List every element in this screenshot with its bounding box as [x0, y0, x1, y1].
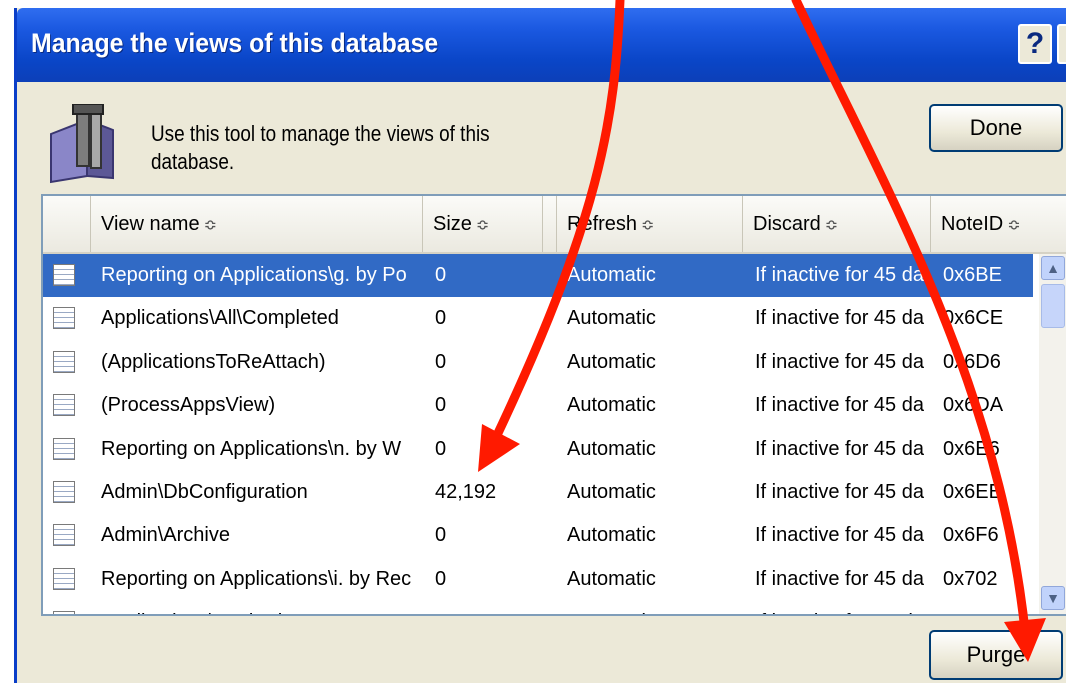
size-cell: 0	[435, 524, 447, 547]
vertical-scrollbar[interactable]: ▲ ▼	[1039, 254, 1066, 614]
table-row[interactable]: Reporting on Applications\g. by Po 0 Autom…	[43, 254, 1033, 298]
sort-icon: ≎	[824, 217, 839, 234]
window-title: Manage the views of this database	[31, 28, 439, 58]
refresh-cell: Automatic	[567, 307, 656, 330]
refresh-cell: Automatic	[567, 480, 656, 503]
view-name-cell: Admin\DbConfiguration	[101, 480, 308, 503]
table-row[interactable]: (ProcessAppsView) 0 Automatic If inactive f…	[43, 384, 1033, 427]
table-row[interactable]: Applications\All\Completed 0 Automatic If i…	[43, 297, 1033, 340]
noteid-cell: 0x6CE	[943, 307, 1004, 330]
refresh-cell: Automatic	[567, 601, 727, 614]
size-cell: 0	[435, 437, 447, 460]
size-cell: 0	[435, 264, 447, 286]
noteid-cell: 0x70A	[943, 601, 1033, 614]
sort-icon: ≎	[203, 217, 217, 234]
view-icon	[53, 480, 75, 503]
discard-cell: If inactive for 45 da	[755, 480, 924, 503]
table-row[interactable]: (ApplicationsToReAttach) 0 Automatic If ina…	[43, 341, 1033, 384]
noteid-cell: 0x6EE	[943, 480, 1002, 503]
size-cell: 0	[435, 394, 447, 417]
noteid-cell: 0x6DA	[943, 394, 1004, 417]
discard-cell: If inactive for 45 da	[755, 394, 924, 417]
discard-cell: If inactive for 45 da	[755, 307, 924, 330]
view-icon	[53, 567, 75, 590]
scroll-down-icon[interactable]: ▼	[1041, 586, 1065, 610]
view-name-cell: Applications\Expired	[101, 601, 433, 614]
discard-cell: If inactive for 45 da	[755, 524, 924, 547]
table-row[interactable]: Admin\DbConfiguration 42,192 Automatic If i…	[43, 471, 1033, 514]
table-row[interactable]: Reporting on Applications\i. by Rec 0 Auto…	[43, 558, 1033, 601]
view-name-cell: Applications\All\Completed	[101, 307, 339, 330]
view-icon	[53, 611, 75, 614]
view-icon	[53, 437, 75, 460]
refresh-cell: Automatic	[567, 437, 656, 460]
scroll-thumb[interactable]	[1041, 284, 1065, 328]
size-cell: 0	[435, 567, 447, 590]
close-button-partial[interactable]	[1057, 24, 1066, 64]
sort-icon: ≎	[1007, 217, 1021, 234]
discard-cell: If inactive for 45 da	[755, 264, 924, 286]
view-name-cell: Reporting on Applications\n. by W	[101, 437, 402, 460]
size-cell: 0	[435, 601, 555, 614]
size-cell: 0	[435, 307, 447, 330]
refresh-cell: Automatic	[567, 264, 656, 286]
view-icon	[53, 307, 75, 330]
icon-column-header[interactable]	[43, 196, 91, 252]
description-text: Use this tool to manage the views of thi…	[151, 121, 490, 174]
table-row[interactable]: Applications\Expired0 Automatic If inactiv…	[43, 601, 1033, 614]
noteid-cell: 0x6E6	[943, 437, 1000, 460]
sort-icon: ≎	[641, 217, 655, 234]
view-icon	[53, 394, 75, 417]
table-row[interactable]: Reporting on Applications\n. by W 0 Automa…	[43, 428, 1033, 471]
title-bar[interactable]: Manage the views of this database ?	[17, 8, 1066, 82]
column-header-view-name[interactable]: View name ≎	[91, 196, 423, 252]
view-name-cell: Admin\Archive	[101, 524, 230, 547]
refresh-cell: Automatic	[567, 394, 656, 417]
column-headers: View name ≎ Size ≎ Refresh ≎ Discard ≎ NoteI…	[43, 196, 1066, 254]
column-header-spacer	[543, 196, 557, 252]
size-cell: 42,192	[435, 480, 497, 503]
view-icon	[53, 264, 75, 286]
discard-cell: If inactive for 45 da	[755, 601, 943, 614]
table-row[interactable]: Admin\Archive 0 Automatic If inactive for 4…	[43, 514, 1033, 557]
discard-cell: If inactive for 45 da	[755, 350, 924, 373]
view-name-cell: (ProcessAppsView)	[101, 394, 276, 417]
noteid-cell: 0x6D6	[943, 350, 1001, 373]
view-name-cell: Reporting on Applications\i. by Rec	[101, 567, 412, 590]
manage-views-dialog: Manage the views of this database ? Use …	[14, 8, 1066, 683]
noteid-cell: 0x6BE	[943, 264, 1002, 286]
rows-container: Reporting on Applications\g. by Po 0 Autom…	[43, 254, 1033, 614]
scroll-up-icon[interactable]: ▲	[1041, 256, 1065, 280]
database-tool-icon	[50, 104, 114, 184]
column-header-size[interactable]: Size ≎	[423, 196, 543, 252]
column-header-discard[interactable]: Discard ≎	[743, 196, 931, 252]
view-icon	[53, 350, 75, 373]
size-cell: 0	[435, 350, 447, 373]
view-icon	[53, 524, 75, 547]
view-name-cell: Reporting on Applications\g. by Po	[101, 264, 407, 286]
discard-cell: If inactive for 45 da	[755, 437, 924, 460]
views-list[interactable]: View name ≎ Size ≎ Refresh ≎ Discard ≎ NoteI…	[41, 194, 1066, 616]
done-button[interactable]: Done	[929, 104, 1063, 152]
noteid-cell: 0x6F6	[943, 524, 999, 547]
column-header-refresh[interactable]: Refresh ≎	[557, 196, 743, 252]
purge-button[interactable]: Purge	[929, 630, 1063, 680]
refresh-cell: Automatic	[567, 567, 656, 590]
refresh-cell: Automatic	[567, 350, 656, 373]
help-button[interactable]: ?	[1018, 24, 1052, 64]
column-header-noteid[interactable]: NoteID ≎	[931, 196, 1066, 252]
discard-cell: If inactive for 45 da	[755, 567, 924, 590]
sort-icon: ≎	[475, 217, 490, 234]
refresh-cell: Automatic	[567, 524, 656, 547]
noteid-cell: 0x702	[943, 567, 998, 590]
view-name-cell: (ApplicationsToReAttach)	[101, 350, 326, 373]
